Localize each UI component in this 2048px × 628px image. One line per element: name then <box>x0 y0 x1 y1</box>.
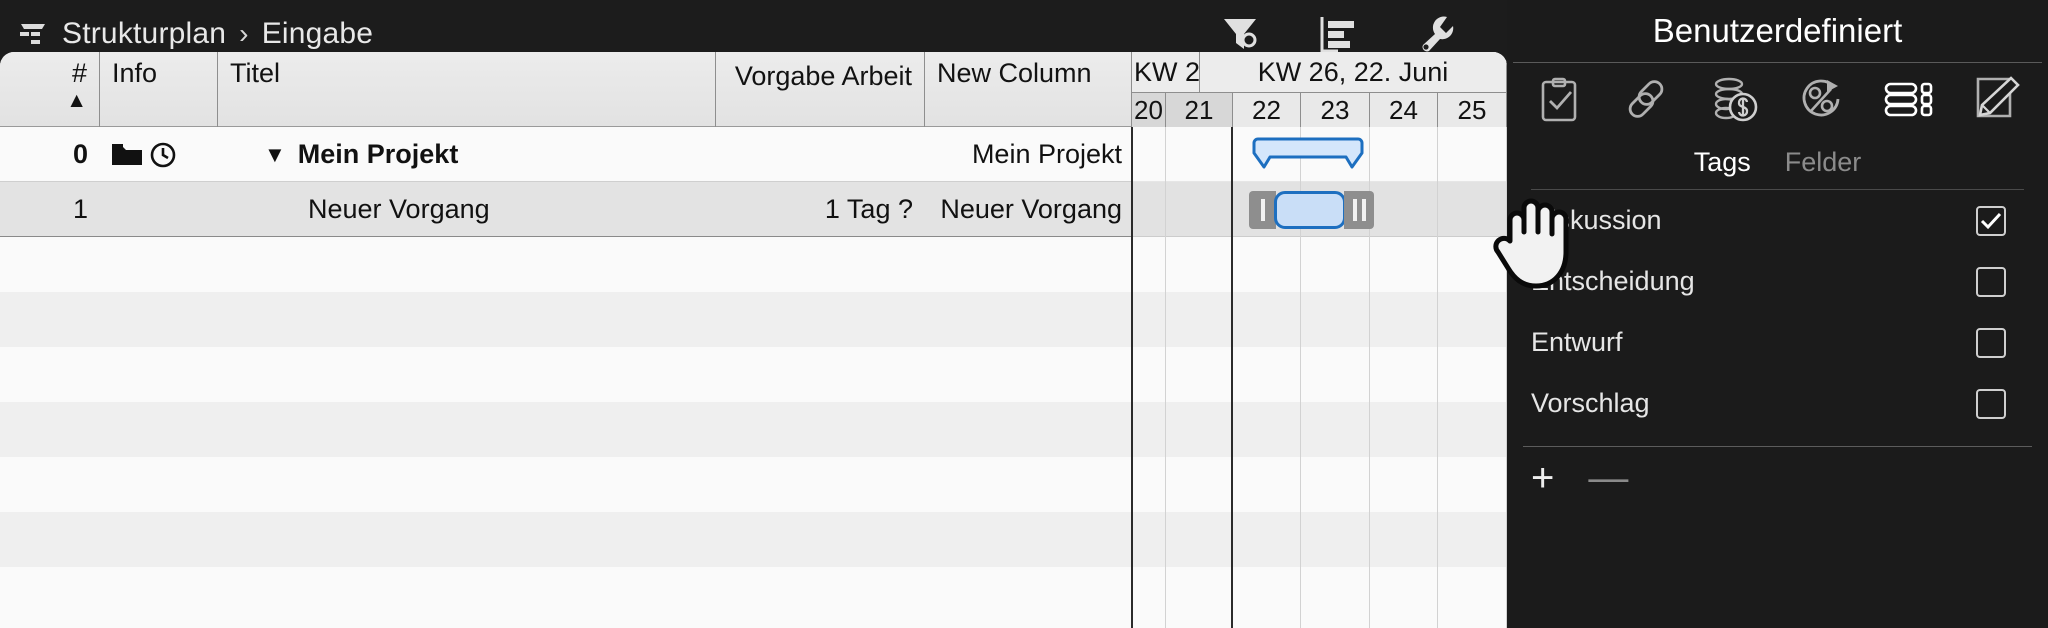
gantt-week-label: KW 26, 22. Juni <box>1200 52 1507 92</box>
gantt-grid-col <box>1438 127 1507 628</box>
column-header-info[interactable]: Info <box>100 52 218 127</box>
panel-footer: + — <box>1507 447 2048 509</box>
row-number: 0 <box>72 139 88 169</box>
tag-label: Entscheidung <box>1531 266 1695 296</box>
link-chain-icon[interactable] <box>1618 73 1674 125</box>
gantt-bar-label: Neuer Vorgang <box>940 194 1122 224</box>
column-header-vorgabe-arbeit-label: Vorgabe Arbeit <box>734 61 912 91</box>
row-number: 1 <box>72 194 88 224</box>
gantt-day-cell: 23 <box>1301 92 1370 127</box>
toolbar-actions <box>1217 11 1507 57</box>
sort-ascending-icon[interactable]: ▲ <box>66 90 87 111</box>
structure-plan-icon <box>16 20 50 48</box>
tag-row-entwurf[interactable]: Entwurf <box>1507 312 2048 373</box>
row-title-text: Neuer Vorgang <box>308 194 490 224</box>
gantt-week-divider <box>1231 127 1233 628</box>
tag-checkbox[interactable] <box>1976 327 2006 358</box>
column-header-num[interactable]: # ▲ <box>0 52 100 127</box>
gantt-day-cell: 24 <box>1370 92 1438 127</box>
tag-row-entscheidung[interactable]: Entscheidung <box>1507 251 2048 312</box>
filter-funnel-icon[interactable] <box>1217 11 1263 57</box>
row-title[interactable]: Neuer Vorgang <box>218 182 716 237</box>
gantt-day-cell: 20 <box>1132 92 1166 127</box>
tab-felder[interactable]: Felder <box>1785 147 1862 178</box>
gantt-bar-resize-handle-right[interactable] <box>1344 191 1374 229</box>
panel-tabs: Tags Felder <box>1507 135 2048 189</box>
percent-progress-icon[interactable] <box>1793 73 1849 125</box>
gantt-grid-col <box>1166 127 1233 628</box>
folder-icon <box>110 141 144 169</box>
coins-dollar-icon[interactable] <box>1706 73 1762 125</box>
add-tag-button[interactable]: + <box>1531 458 1554 498</box>
remove-tag-button[interactable]: — <box>1588 458 1628 498</box>
gantt-bar-label: Mein Projekt <box>971 139 1122 169</box>
gantt-bar-body[interactable] <box>1274 191 1346 229</box>
custom-fields-list-icon[interactable] <box>1881 73 1937 125</box>
column-header-titel[interactable]: Titel <box>218 52 716 127</box>
app-root: Strukturplan › Eingabe # ▲ Info Titel Vo… <box>0 0 2048 628</box>
gantt-day-cell: 25 <box>1438 92 1507 127</box>
project-sheet: # ▲ Info Titel Vorgabe Arbeit New Column… <box>0 52 1507 628</box>
clipboard-check-icon[interactable] <box>1531 73 1587 125</box>
gantt-day-cell: 22 <box>1233 92 1301 127</box>
row-title-text: Mein Projekt <box>297 139 459 169</box>
column-header-num-label: # <box>71 58 87 88</box>
breadcrumb-separator-icon: › <box>239 17 249 49</box>
tag-label: Vorschlag <box>1531 388 1650 418</box>
column-header-new-column-label: New Column <box>937 58 1092 88</box>
panel-title: Benutzerdefiniert <box>1652 12 1903 49</box>
column-header-info-label: Info <box>112 58 158 88</box>
gantt-left-boundary <box>1131 127 1133 628</box>
tag-label: Diskussion <box>1531 205 1662 235</box>
gantt-week-label: KW 25, <box>1132 52 1200 92</box>
note-pencil-icon[interactable] <box>1968 73 2024 125</box>
gantt-timeline-header: KW 25, KW 26, 22. Juni 20 21 22 23 24 25 <box>1132 52 1507 127</box>
tab-tags[interactable]: Tags <box>1694 147 1751 178</box>
gantt-chart-icon[interactable] <box>1315 11 1361 57</box>
gantt-grid-col <box>1370 127 1438 628</box>
column-header-new-column[interactable]: New Column <box>925 52 1132 127</box>
clock-icon <box>148 140 178 170</box>
gantt-grid-col <box>1132 127 1166 628</box>
breadcrumb-current[interactable]: Eingabe <box>262 17 374 51</box>
tag-checkbox[interactable] <box>1976 266 2006 297</box>
row-title[interactable]: ▼ Mein Projekt <box>218 127 716 182</box>
column-header-vorgabe-arbeit[interactable]: Vorgabe Arbeit <box>716 52 925 127</box>
tag-checkbox[interactable] <box>1976 205 2006 236</box>
gantt-chart-body: Mein Projekt Neuer Vorgang <box>940 127 1507 628</box>
inspector-panel: Benutzerdefiniert Tags Felder Diskussion… <box>1507 0 2048 628</box>
tag-label: Entwurf <box>1531 327 1623 357</box>
column-header-titel-label: Titel <box>230 58 281 88</box>
gantt-day-cell: 21 <box>1166 92 1233 127</box>
expand-collapse-triangle-icon[interactable]: ▼ <box>264 142 286 168</box>
gantt-bar-resize-handle-left[interactable] <box>1249 191 1276 229</box>
gantt-task-bar[interactable] <box>1249 191 1374 229</box>
row-info-icons[interactable] <box>100 127 218 182</box>
wrench-settings-icon[interactable] <box>1413 11 1459 57</box>
gantt-summary-bar[interactable] <box>1252 137 1364 171</box>
breadcrumb-text: Strukturplan › Eingabe <box>62 17 373 51</box>
tag-checkbox[interactable] <box>1976 388 2006 419</box>
tag-list: Diskussion Entscheidung Entwurf Vorschla… <box>1507 190 2048 434</box>
row-vorgabe-arbeit[interactable] <box>716 127 925 182</box>
breadcrumb[interactable]: Strukturplan › Eingabe <box>0 17 373 51</box>
table-header: # ▲ Info Titel Vorgabe Arbeit New Column… <box>0 52 1507 127</box>
breadcrumb-root[interactable]: Strukturplan <box>62 17 226 51</box>
tag-row-diskussion[interactable]: Diskussion <box>1507 190 2048 251</box>
row-info-icons[interactable] <box>100 182 218 237</box>
panel-icon-bar <box>1507 63 2048 135</box>
tag-row-vorschlag[interactable]: Vorschlag <box>1507 373 2048 434</box>
